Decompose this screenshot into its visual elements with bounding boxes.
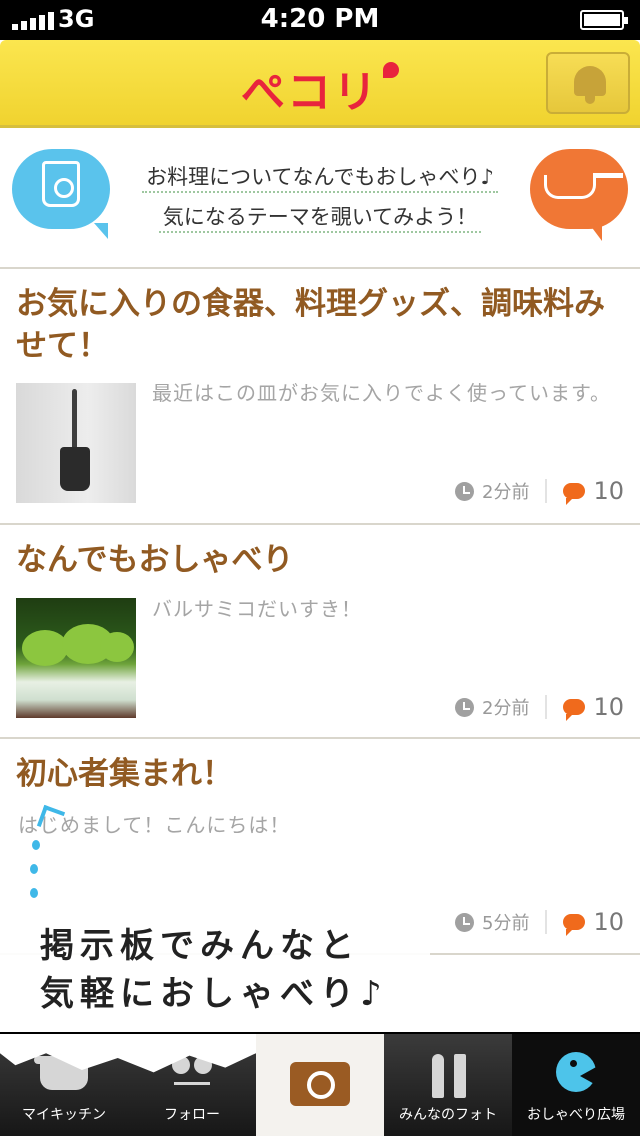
thread-item[interactable]: お気に入りの食器、料理グッズ、調味料みせて！ 最近はこの皿がお気に入りでよく使っ… [0, 269, 640, 525]
greens-blob [22, 630, 68, 666]
tab-chat-plaza[interactable]: おしゃべり広場 [512, 1034, 640, 1136]
rooster-icon [383, 62, 399, 78]
bell-icon [574, 66, 606, 104]
comment-icon [563, 483, 586, 505]
comment-icon [563, 699, 586, 721]
tab-label: マイキッチン [22, 1107, 106, 1123]
comment-count: 10 [593, 693, 624, 721]
status-time: 4:20 PM [260, 4, 380, 34]
tab-label: みんなのフォト [399, 1107, 497, 1123]
banner-line-1-text: お料理についてなんでもおしゃべり♪ [142, 163, 498, 193]
spatula-handle [72, 389, 77, 451]
tab-everyones-photos[interactable]: みんなのフォト [384, 1034, 512, 1136]
comment-count: 10 [593, 477, 624, 505]
intro-banner: お料理についてなんでもおしゃべり♪ 気になるテーマを覗いてみよう！ [0, 131, 640, 269]
tutorial-line-2: 気軽におしゃべり♪ [40, 974, 388, 1014]
tab-camera[interactable] [256, 1034, 384, 1136]
comment-count: 10 [593, 908, 624, 936]
comment-icon [563, 914, 586, 936]
greens-blob [100, 632, 134, 662]
tutorial-line-1: 掲示板でみんなと [40, 926, 360, 966]
fork-spoon-icon [432, 1054, 468, 1098]
thread-title: なんでもおしゃべり [16, 542, 294, 578]
thread-title: お気に入りの食器、料理グッズ、調味料みせて！ [16, 286, 605, 364]
tutorial-callout: 掲示板でみんなと 気軽におしゃべり♪ [0, 902, 430, 1032]
thread-excerpt: はじめまして！こんにちは！ [18, 813, 291, 837]
tutorial-dot [32, 840, 40, 850]
camera-icon [290, 1062, 350, 1106]
thread-time: 2分前 [482, 482, 530, 503]
battery-icon [580, 10, 628, 30]
meta-divider [545, 910, 548, 934]
tutorial-dot [30, 864, 38, 874]
app-header: ぺコリ [0, 40, 640, 128]
thread-time: 2分前 [482, 698, 530, 719]
pacman-icon [556, 1052, 598, 1092]
thread-item[interactable]: なんでもおしゃべり バルサミコだいすき！ 2分前 10 [0, 525, 640, 739]
tutorial-dot [30, 888, 38, 898]
notifications-button[interactable] [546, 52, 630, 114]
clock-icon [455, 697, 474, 717]
clock-icon [455, 912, 474, 932]
thread-meta: 2分前 10 [455, 691, 624, 723]
status-bar: 3G 4:20 PM [0, 0, 640, 40]
thread-excerpt: バルサミコだいすき！ [152, 597, 362, 621]
thread-excerpt: 最近はこの皿がお気に入りでよく使っています。 [152, 381, 611, 405]
meta-divider [545, 479, 548, 503]
thread-title: 初心者集まれ！ [16, 756, 233, 792]
thread-time: 5分前 [482, 913, 530, 934]
thread-thumbnail-greens [16, 598, 136, 718]
thread-meta: 5分前 10 [455, 906, 624, 938]
thread-thumbnail-spatula [16, 383, 136, 503]
follow-icon [170, 1056, 214, 1096]
spatula-head [60, 447, 90, 491]
app-logo: ぺコリ [0, 56, 640, 120]
thread-meta: 2分前 10 [455, 475, 624, 507]
cooking-pot-icon [544, 173, 623, 199]
tab-label: おしゃべり広場 [527, 1107, 625, 1123]
meta-divider [545, 695, 548, 719]
clock-icon [455, 481, 474, 501]
banner-line-2-text: 気になるテーマを覗いてみよう！ [158, 203, 482, 233]
tab-label: フォロー [164, 1107, 220, 1123]
cooking-pot-bubble [530, 149, 628, 241]
app-logo-text: ぺコリ [241, 67, 379, 118]
